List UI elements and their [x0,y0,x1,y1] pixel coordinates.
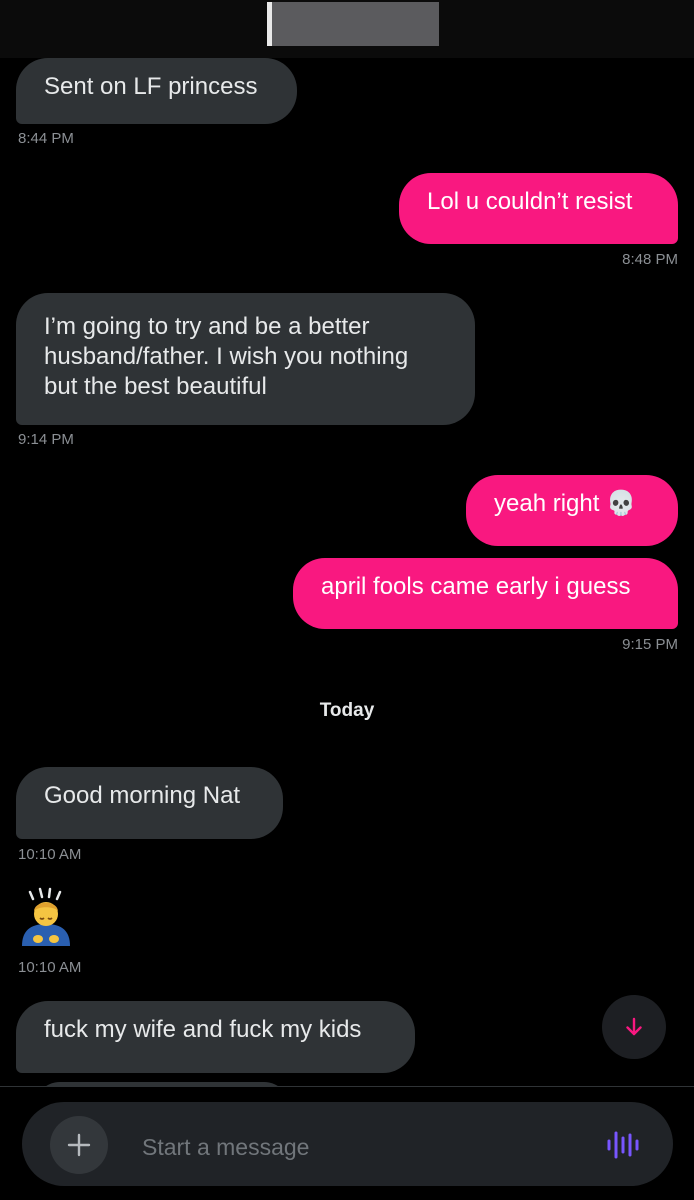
message-text: Sent on LF princess [44,73,258,100]
message-text: I’m going to try and be a better husband… [44,313,409,400]
message-bubble-incoming[interactable]: I’m going to try and be a better husband… [16,293,475,425]
message-bubble-outgoing[interactable]: Lol u couldn’t resist [399,173,678,244]
message-bubble-outgoing[interactable]: april fools came early i guess [293,558,678,629]
arrow-down-icon [626,1017,642,1036]
message-bubble-incoming[interactable]: fuck my wife and fuck my kids [16,1001,415,1073]
message-timestamp: 8:44 PM [18,130,74,147]
message-timestamp: 10:10 AM [18,846,82,863]
person-bowing-icon [22,887,70,946]
message-timestamp: 8:48 PM [622,251,678,268]
message-text: fuck my wife and fuck my kids [44,1016,362,1043]
message-bubble-incoming[interactable]: Sent on LF princess [16,58,297,124]
day-divider: Today [319,700,375,721]
message-text: yeah right 💀 [494,490,636,517]
person-bowing-emoji[interactable] [16,886,80,950]
dm-conversation-screen: Sent on LF princess 8:44 PM Lol u couldn… [0,0,694,1200]
add-attachment-button[interactable] [50,1116,108,1174]
message-text: Good morning Nat [44,782,241,809]
redacted-name [267,2,439,46]
message-text: Lol u couldn’t resist [427,188,633,215]
message-text: april fools came early i guess [321,573,631,600]
scroll-to-bottom-button[interactable] [602,995,666,1059]
message-timestamp: 10:10 AM [18,959,82,976]
message-input[interactable] [140,1126,564,1168]
message-bubble-incoming[interactable]: Good morning Nat [16,767,283,839]
voice-message-button[interactable] [602,1124,644,1166]
message-timestamp: 9:15 PM [622,636,678,653]
conversation-header [0,0,694,58]
message-bubble-outgoing[interactable]: yeah right 💀 [466,475,678,546]
message-timestamp: 9:14 PM [18,431,74,448]
plus-icon [67,1133,91,1157]
voice-waveform-icon [607,1131,639,1159]
